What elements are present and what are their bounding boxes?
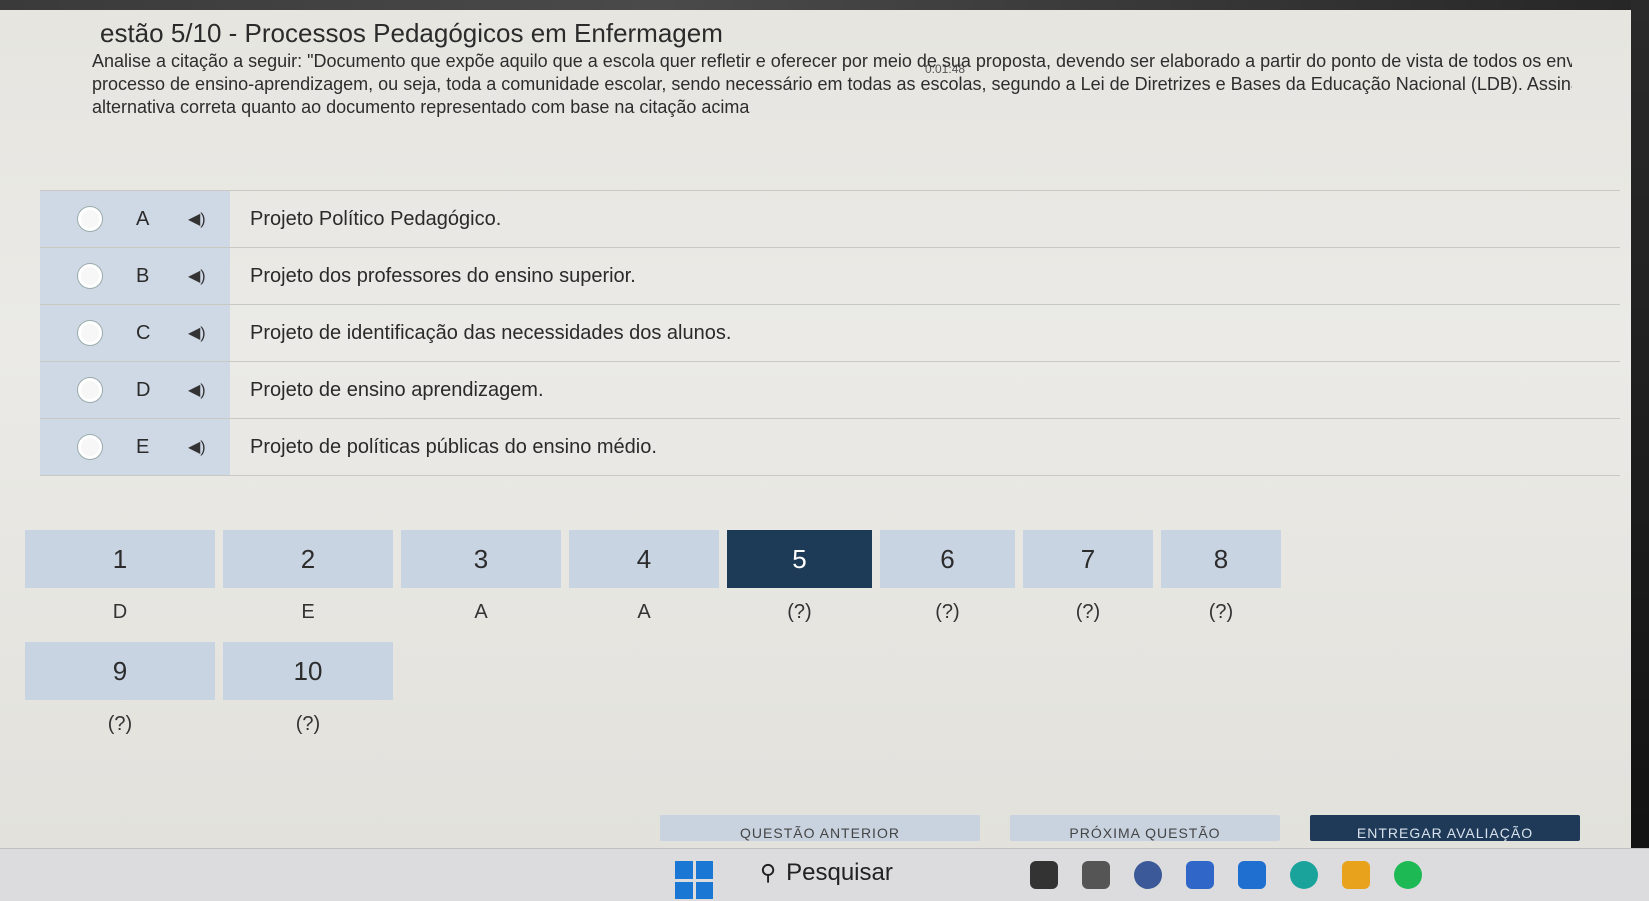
option-c-controls: C ◀)	[40, 305, 230, 361]
option-letter: D	[136, 378, 151, 401]
taskbar-search[interactable]: ⚲ Pesquisar	[760, 859, 893, 887]
nav-number[interactable]: 1	[25, 530, 215, 588]
radio-button[interactable]	[78, 207, 102, 231]
option-b-controls: B ◀)	[40, 248, 230, 304]
nav-answer: A	[474, 600, 488, 623]
edge-browser-icon[interactable]	[1290, 861, 1318, 889]
speaker-icon[interactable]: ◀)	[188, 323, 206, 343]
option-letter: B	[136, 264, 150, 287]
option-letter: A	[136, 207, 150, 230]
taskbar-apps	[1030, 861, 1422, 889]
nav-number[interactable]: 8	[1161, 530, 1281, 588]
option-e-controls: E ◀)	[40, 419, 230, 475]
nav-number-active[interactable]: 5	[727, 530, 872, 588]
option-letter: E	[136, 435, 150, 458]
question-line: processo de ensino-aprendizagem, ou seja…	[92, 74, 1572, 94]
question-text: Analise a citação a seguir: "Documento q…	[92, 50, 1572, 119]
previous-question-button[interactable]: QUESTÃO ANTERIOR	[660, 815, 980, 841]
nav-question-9[interactable]: 9 (?)	[25, 642, 215, 748]
nav-answer: D	[112, 600, 128, 623]
navigator-row-1: 1 D 2 E 3 A 4 A 5 (?) 6 (?) 7 (?) 8 (?)	[25, 530, 1305, 636]
search-app-icon[interactable]	[1134, 861, 1162, 889]
nav-answer: (?)	[935, 600, 960, 623]
nav-number[interactable]: 7	[1023, 530, 1153, 588]
app-icon[interactable]	[1030, 861, 1058, 889]
nav-question-2[interactable]: 2 E	[223, 530, 393, 636]
speaker-icon[interactable]: ◀)	[188, 380, 206, 400]
option-b[interactable]: B ◀) Projeto dos professores do ensino s…	[40, 247, 1620, 304]
nav-answer: (?)	[107, 712, 133, 735]
nav-question-10[interactable]: 10 (?)	[223, 642, 393, 748]
spotify-icon[interactable]	[1394, 861, 1422, 889]
windows-taskbar: ⚲ Pesquisar	[0, 848, 1649, 901]
nav-number[interactable]: 4	[569, 530, 719, 588]
option-text[interactable]: Projeto de ensino aprendizagem.	[230, 379, 544, 402]
option-a[interactable]: A ◀) Projeto Político Pedagógico.	[40, 190, 1620, 247]
option-d-controls: D ◀)	[40, 362, 230, 418]
answer-options: A ◀) Projeto Político Pedagógico. B ◀) P…	[40, 190, 1620, 476]
search-icon: ⚲	[760, 860, 777, 885]
question-navigator: 1 D 2 E 3 A 4 A 5 (?) 6 (?) 7 (?) 8 (?) …	[25, 530, 1305, 754]
nav-number[interactable]: 3	[401, 530, 561, 588]
nav-question-3[interactable]: 3 A	[401, 530, 561, 636]
nav-answer: (?)	[295, 712, 321, 735]
submit-exam-button[interactable]: ENTREGAR AVALIAÇÃO	[1310, 815, 1580, 841]
nav-question-6[interactable]: 6 (?)	[880, 530, 1015, 636]
nav-question-1[interactable]: 1 D	[25, 530, 215, 636]
radio-button[interactable]	[78, 378, 102, 402]
nav-question-5[interactable]: 5 (?)	[727, 530, 872, 636]
radio-button[interactable]	[78, 321, 102, 345]
screen-right-edge	[1631, 0, 1649, 900]
next-question-button[interactable]: PRÓXIMA QUESTÃO	[1010, 815, 1280, 841]
exam-page: estão 5/10 - Processos Pedagógicos em En…	[0, 10, 1631, 848]
speaker-icon[interactable]: ◀)	[188, 266, 206, 286]
nav-question-8[interactable]: 8 (?)	[1161, 530, 1281, 636]
nav-number[interactable]: 9	[25, 642, 215, 700]
speaker-icon[interactable]: ◀)	[188, 437, 206, 457]
option-text[interactable]: Projeto Político Pedagógico.	[230, 208, 501, 231]
speaker-icon[interactable]: ◀)	[188, 209, 206, 229]
app-icon[interactable]	[1238, 861, 1266, 889]
windows-start-icon[interactable]	[675, 861, 713, 899]
nav-answer: (?)	[1208, 600, 1234, 623]
option-text[interactable]: Projeto de identificação das necessidade…	[230, 322, 731, 345]
option-text[interactable]: Projeto dos professores do ensino superi…	[230, 265, 636, 288]
option-text[interactable]: Projeto de políticas públicas do ensino …	[230, 436, 657, 459]
radio-button[interactable]	[78, 435, 102, 459]
page-title: estão 5/10 - Processos Pedagógicos em En…	[100, 18, 723, 48]
nav-answer: A	[637, 600, 651, 623]
navigator-row-2: 9 (?) 10 (?)	[25, 642, 1305, 748]
option-e[interactable]: E ◀) Projeto de políticas públicas do en…	[40, 418, 1620, 476]
option-d[interactable]: D ◀) Projeto de ensino aprendizagem.	[40, 361, 1620, 418]
nav-question-4[interactable]: 4 A	[569, 530, 719, 636]
option-c[interactable]: C ◀) Projeto de identificação das necess…	[40, 304, 1620, 361]
question-line: Analise a citação a seguir: "Documento q…	[92, 51, 1572, 71]
search-label: Pesquisar	[786, 859, 893, 886]
footer-buttons: QUESTÃO ANTERIOR PRÓXIMA QUESTÃO ENTREGA…	[660, 815, 1580, 841]
radio-button[interactable]	[78, 264, 102, 288]
file-explorer-icon[interactable]	[1082, 861, 1110, 889]
nav-number[interactable]: 6	[880, 530, 1015, 588]
app-icon[interactable]	[1186, 861, 1214, 889]
nav-answer: E	[301, 600, 315, 623]
question-line: alternativa correta quanto ao documento …	[92, 97, 750, 117]
nav-number[interactable]: 10	[223, 642, 393, 700]
option-a-controls: A ◀)	[40, 191, 230, 247]
folder-icon[interactable]	[1342, 861, 1370, 889]
nav-question-7[interactable]: 7 (?)	[1023, 530, 1153, 636]
nav-number[interactable]: 2	[223, 530, 393, 588]
nav-answer: (?)	[1075, 600, 1101, 623]
nav-answer: (?)	[787, 600, 812, 623]
option-letter: C	[136, 321, 151, 344]
